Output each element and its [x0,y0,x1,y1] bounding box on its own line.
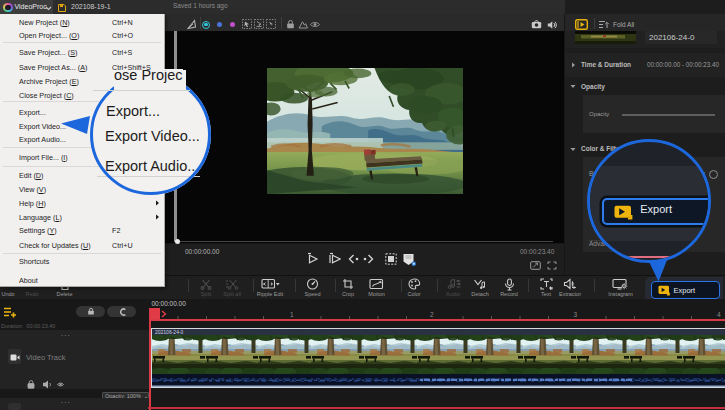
svg-text:202106-24-0: 202106-24-0 [155,329,184,335]
